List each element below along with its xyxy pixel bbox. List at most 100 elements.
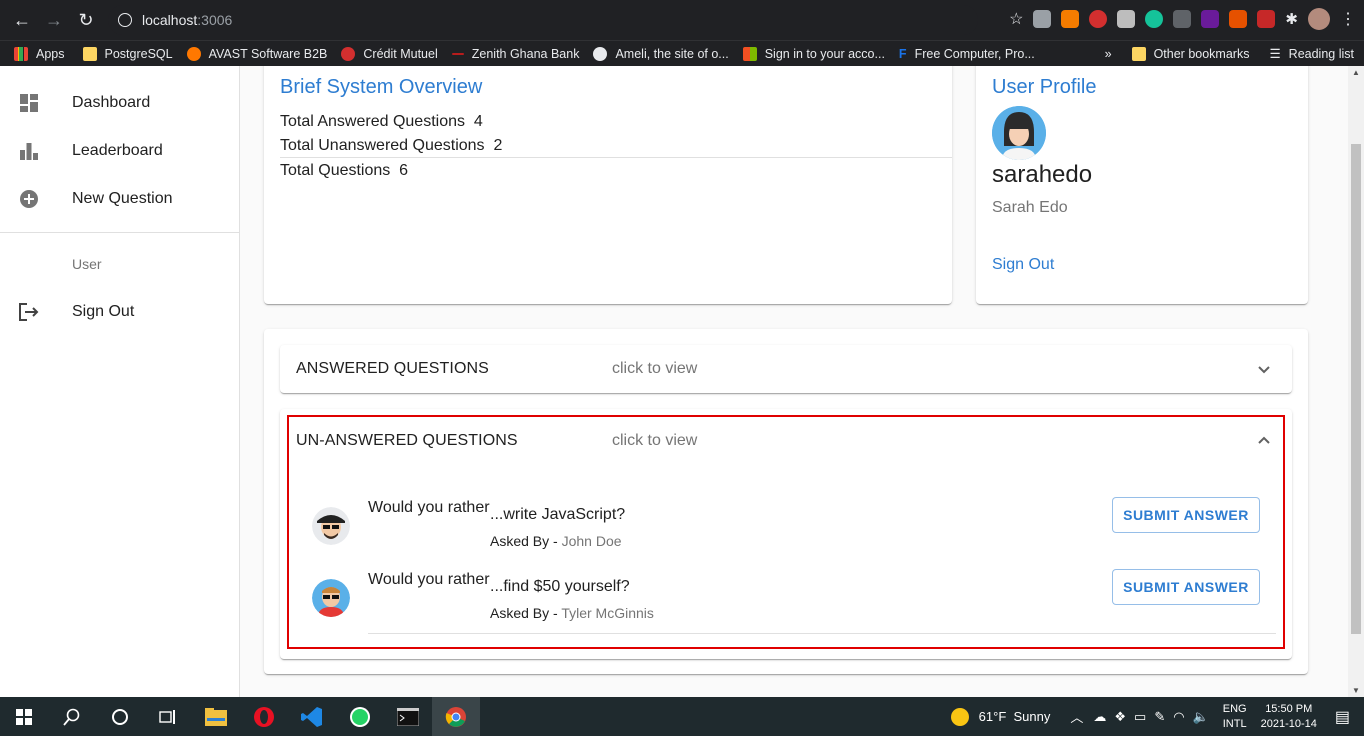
scroll-up-icon[interactable]: ▲ (1352, 68, 1360, 77)
red-extension-icon[interactable] (1257, 10, 1276, 28)
zenith-icon (451, 52, 464, 55)
reload-icon[interactable]: ↻ (70, 4, 102, 36)
answered-panel-title: ANSWERED QUESTIONS (296, 360, 489, 377)
address-bar[interactable]: localhost:3006 (108, 5, 978, 35)
profile-sign-out-link[interactable]: Sign Out (992, 256, 1054, 274)
grey-shield-extension-icon[interactable] (1117, 10, 1136, 28)
vscode-icon[interactable] (288, 697, 336, 736)
purple-extension-icon[interactable] (1201, 10, 1220, 28)
other-bookmarks-label: Other bookmarks (1153, 46, 1250, 61)
reading-list[interactable]: ☰ Reading list (1269, 46, 1354, 62)
pen-icon[interactable]: ✎ (1154, 709, 1165, 725)
answered-count: Total Answered Questions 4 (280, 113, 483, 130)
profile-avatar-icon[interactable] (1308, 8, 1330, 30)
other-bookmarks[interactable]: Other bookmarks (1131, 46, 1250, 61)
bookmark-label: Sign in to your acco... (764, 46, 885, 61)
bookmark-microsoft[interactable]: Sign in to your acco... (742, 46, 885, 61)
dropbox-icon[interactable]: ❖ (1114, 709, 1126, 725)
sidebar-item-leaderboard[interactable]: Leaderboard (0, 127, 239, 175)
overview-card: Brief System Overview Total Answered Que… (264, 66, 952, 304)
pen-extension-icon[interactable] (1173, 10, 1192, 28)
hand-extension-icon[interactable] (1089, 10, 1108, 28)
opera-icon[interactable] (240, 697, 288, 736)
sidebar-item-label: Leaderboard (72, 142, 163, 159)
total-count: Total Questions 6 (280, 162, 409, 179)
sidebar-item-label: Sign Out (72, 303, 135, 320)
volume-icon[interactable]: 🔈 (1193, 709, 1209, 725)
sidebar: Dashboard Leaderboard New Question User … (0, 66, 240, 697)
avast-icon (186, 46, 201, 61)
chevron-down-icon[interactable] (1256, 361, 1272, 377)
username: sarahedo (992, 161, 1093, 188)
terminal-icon[interactable] (384, 697, 432, 736)
windows-start-icon[interactable] (0, 697, 48, 736)
bookmarks-bar: Apps PostgreSQL AVAST Software B2B Crédi… (0, 40, 1364, 66)
bookmark-avast[interactable]: AVAST Software B2B (186, 46, 327, 61)
add-circle-icon (18, 188, 40, 210)
sun-icon (950, 707, 969, 726)
back-icon[interactable]: ← (6, 4, 38, 36)
sidebar-item-new-question[interactable]: New Question (0, 175, 239, 223)
reading-list-icon: ☰ (1269, 47, 1281, 61)
bookmark-ameli[interactable]: Ameli, the site of o... (593, 46, 729, 61)
url-host: localhost (142, 12, 198, 28)
search-icon[interactable] (48, 697, 96, 736)
reading-list-label: Reading list (1288, 46, 1354, 61)
language-line-1: ENG (1222, 702, 1247, 715)
ameli-icon (593, 46, 608, 61)
browser-toolbar: ← → ↻ localhost:3006 ☆ ✱ ⋮ (0, 0, 1364, 40)
file-explorer-icon[interactable] (192, 697, 240, 736)
chrome-icon[interactable] (432, 697, 480, 736)
star-icon[interactable]: ☆ (1009, 9, 1023, 29)
wifi-icon[interactable]: ◠ (1173, 709, 1184, 725)
puzzle-icon[interactable]: ✱ (1285, 10, 1298, 28)
bookmark-apps[interactable]: Apps (14, 46, 65, 61)
whatsapp-icon[interactable] (336, 697, 384, 736)
forward-icon[interactable]: → (38, 4, 70, 36)
page-scrollbar[interactable]: ▲ ▼ (1348, 66, 1364, 697)
language-indicator[interactable]: ENG INTL (1223, 702, 1247, 732)
chevron-up-icon[interactable]: ︿ (1070, 707, 1083, 726)
bookmark-postgresql[interactable]: PostgreSQL (82, 46, 173, 61)
bookmark-label: Zenith Ghana Bank (471, 46, 580, 61)
url-port: :3006 (197, 12, 233, 28)
page: Dashboard Leaderboard New Question User … (0, 66, 1348, 697)
sidebar-item-dashboard[interactable]: Dashboard (0, 79, 239, 127)
cloud-icon[interactable]: ☁ (1093, 709, 1106, 725)
system-tray: 61°F Sunny ︿ ☁ ❖ ▭ ✎ ◠ 🔈 ENG INTL 15:50 … (950, 697, 1364, 736)
menu-dots-icon[interactable]: ⋮ (1340, 9, 1356, 29)
profile-title: User Profile (992, 76, 1097, 98)
microsoft-icon (742, 46, 757, 61)
answered-questions-panel[interactable]: ANSWERED QUESTIONS click to view (280, 345, 1292, 393)
scrollbar-thumb[interactable] (1351, 144, 1361, 634)
highlight-box (287, 415, 1285, 649)
grammarly-extension-icon[interactable] (1145, 10, 1164, 28)
notification-icon[interactable]: ▤ (1335, 707, 1350, 727)
bookmark-zenith[interactable]: Zenith Ghana Bank (451, 46, 580, 61)
bookmark-label: Ameli, the site of o... (615, 46, 729, 61)
overview-divider (280, 157, 952, 158)
avatar (992, 106, 1046, 160)
credit-mutuel-icon (341, 46, 356, 61)
scroll-down-icon[interactable]: ▼ (1352, 686, 1360, 695)
answered-panel-hint: click to view (612, 360, 698, 377)
key-extension-icon[interactable] (1061, 10, 1080, 28)
overview-title: Brief System Overview (280, 76, 483, 98)
weather-text[interactable]: 61°F Sunny (979, 709, 1051, 724)
battery-icon[interactable]: ▭ (1134, 709, 1146, 725)
clock-date: 2021-10-14 (1260, 717, 1317, 730)
bookmark-credit-mutuel[interactable]: Crédit Mutuel (341, 46, 438, 61)
cortana-icon[interactable] (96, 697, 144, 736)
clock[interactable]: 15:50 PM 2021-10-14 (1261, 702, 1317, 732)
task-view-icon[interactable] (144, 697, 192, 736)
more-bookmarks-icon[interactable]: » (1105, 47, 1112, 61)
shield-extension-icon[interactable] (1033, 10, 1052, 28)
bar-chart-icon (18, 140, 40, 162)
taskbar: 61°F Sunny ︿ ☁ ❖ ▭ ✎ ◠ 🔈 ENG INTL 15:50 … (0, 697, 1364, 736)
sidebar-item-label: New Question (72, 190, 173, 207)
full-name: Sarah Edo (992, 199, 1068, 216)
sidebar-item-sign-out[interactable]: Sign Out (0, 288, 239, 336)
bookmark-free-computer[interactable]: F Free Computer, Pro... (899, 47, 1035, 61)
bookmark-label: Free Computer, Pro... (914, 46, 1035, 61)
off-extension-icon[interactable] (1229, 10, 1248, 28)
